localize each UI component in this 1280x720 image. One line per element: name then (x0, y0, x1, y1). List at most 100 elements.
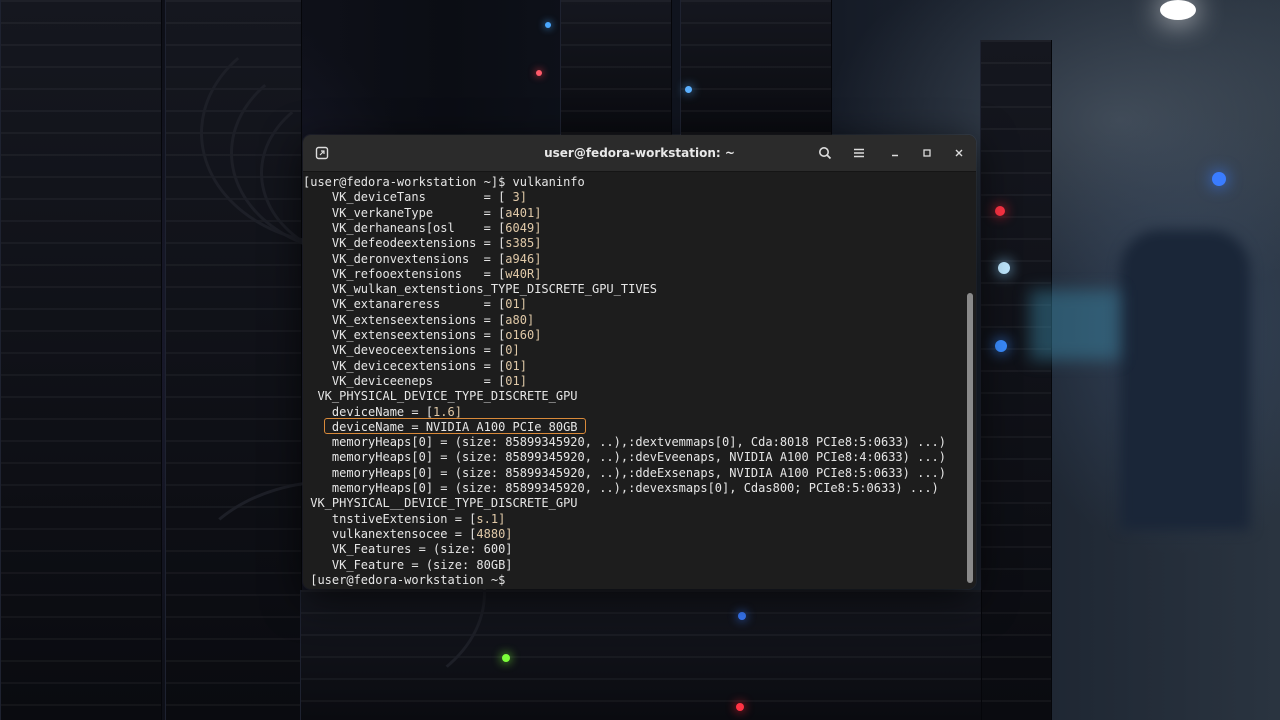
terminal-line-text: VK_Feature = (size: 80GB] (303, 557, 513, 572)
terminal-line: VK_derhaneans[osl = [6049] (303, 220, 542, 236)
terminal-line-text: VK_deveoceextensions = [ (303, 343, 506, 358)
terminal-line: VK_refooextensions = [w40R] (303, 266, 542, 282)
status-led (545, 22, 551, 28)
terminal-line: VK_Features = (size: 600] (303, 542, 513, 557)
terminal-line-text: VK_PHYSICAL__DEVICE_TYPE_DISCRETE_GPU (303, 496, 578, 511)
terminal-line: memoryHeaps[0] = (size: 85899345920, ..)… (303, 450, 946, 465)
terminal-line: VK_extenseextensions = [a80] (303, 313, 534, 328)
terminal-line: [user@fedora-workstation ~]$ vulkaninfo (303, 175, 585, 190)
ceiling-light (1160, 0, 1196, 20)
terminal-line: VK_devicecextensions = [01] (303, 359, 527, 374)
minimize-button[interactable] (883, 141, 907, 165)
status-led (998, 262, 1010, 274)
status-led (736, 703, 744, 711)
terminal-line: VK_deveoceextensions = [0] (303, 343, 520, 358)
terminal-line-text: deviceName = [ (303, 404, 434, 419)
terminal-line: VK_verkaneType = [a401] (303, 205, 542, 221)
terminal-line: [user@fedora-workstation ~$ (303, 573, 505, 588)
terminal-line: VK_PHYSICAL_DEVICE_TYPE_DISCRETE_GPU (303, 389, 578, 404)
terminal-line-value: s385] (505, 236, 542, 251)
maximize-button[interactable] (915, 141, 939, 165)
terminal-line-text: [user@fedora-workstation ~]$ vulkaninfo (303, 175, 585, 189)
title-bar[interactable]: user@fedora-workstation: ~ (303, 135, 976, 172)
terminal-line-text: VK_extenseextensions = [ (303, 328, 506, 342)
terminal-line-text: VK_wulkan_extenstions_TYPE_DISCRETE_GPU_… (303, 282, 658, 297)
terminal-line-text: VK_devicecextensions = [ (303, 358, 506, 373)
terminal-line-value: a946] (505, 251, 542, 266)
terminal-line-value: o160] (505, 328, 542, 342)
server-rack (980, 40, 1052, 720)
server-rack (560, 0, 672, 135)
terminal-line-text: VK_deronvextensions = [ (303, 251, 506, 266)
hamburger-menu-icon (852, 146, 866, 160)
scrollbar-thumb[interactable] (967, 293, 973, 583)
terminal-line-text: VK_deviceTans = [ (303, 190, 506, 205)
terminal-line-value: 6049] (505, 220, 542, 235)
close-button[interactable] (947, 141, 971, 165)
search-button[interactable] (813, 141, 837, 165)
terminal-line: tnstiveExtension = [s.1] (303, 512, 505, 527)
terminal-window: user@fedora-workstation: ~ [user@fedora-… (303, 135, 976, 589)
terminal-line-value: 01] (505, 297, 527, 312)
scrollbar[interactable] (966, 175, 974, 585)
terminal-line-value: s.1] (476, 511, 506, 526)
status-led (502, 654, 510, 662)
terminal-line-text: VK_PHYSICAL_DEVICE_TYPE_DISCRETE_GPU (303, 389, 578, 404)
status-led (995, 206, 1005, 216)
status-led (738, 612, 746, 620)
terminal-line-text: VK_verkaneType = [ (303, 205, 506, 220)
terminal-line-text: memoryHeaps[0] = (size: 85899345920, ..)… (303, 465, 946, 480)
terminal-line-value: a80] (505, 312, 535, 327)
window-title: user@fedora-workstation: ~ (544, 146, 735, 160)
terminal-line-text: VK_derhaneans[osl = [ (303, 220, 506, 235)
status-led (1212, 172, 1226, 186)
status-led (685, 86, 692, 93)
terminal-line-text: [user@fedora-workstation ~$ (303, 572, 506, 587)
monitor-glow (1030, 290, 1120, 360)
terminal-line: VK_defeodeextensions = [s385] (303, 236, 542, 251)
terminal-line: VK_Feature = (size: 80GB] (303, 558, 513, 573)
status-led (995, 340, 1007, 352)
terminal-line-value: 3] (505, 190, 527, 205)
terminal-line-value: w40R] (505, 266, 542, 281)
terminal-line-value: 01] (505, 373, 527, 388)
terminal-line: VK_wulkan_extenstions_TYPE_DISCRETE_GPU_… (303, 282, 657, 297)
terminal-line-text: VK_refooextensions = [ (303, 266, 506, 281)
terminal-line-value: a401] (505, 205, 542, 220)
terminal-line-text: deviceName = NVIDIA A100 PCIe 80GB (303, 419, 578, 434)
close-icon (953, 147, 965, 159)
terminal-line-value: 4880] (476, 526, 513, 541)
terminal-line-value: 01] (505, 358, 527, 373)
terminal-line-text: VK_extanareress = [ (303, 297, 506, 312)
terminal-line: VK_deronvextensions = [a946] (303, 251, 542, 267)
terminal-line: deviceName = [1.6] (303, 405, 462, 420)
terminal-line: memoryHeaps[0] = (size: 85899345920, ..)… (303, 435, 946, 450)
terminal-line: VK_extenseextensions = [o160] (303, 328, 542, 343)
terminal-line-text: memoryHeaps[0] = (size: 85899345920, ..)… (303, 435, 946, 450)
terminal-line: VK_deviceeneps = [01] (303, 374, 527, 389)
terminal-line-text: VK_Features = (size: 600] (303, 542, 513, 557)
terminal-line-value: 0] (505, 343, 520, 358)
status-led (536, 70, 542, 76)
terminal-line: memoryHeaps[0] = (size: 85899345920, ..)… (303, 466, 946, 481)
terminal-line-text: tnstiveExtension = [ (303, 511, 477, 526)
maximize-icon (921, 147, 933, 159)
search-icon (818, 146, 832, 160)
server-rack (680, 0, 832, 135)
terminal-line: VK_PHYSICAL__DEVICE_TYPE_DISCRETE_GPU (303, 496, 578, 511)
terminal-line-value: 1.6] (433, 404, 462, 419)
terminal-line: memoryHeaps[0] = (size: 85899345920, ..)… (303, 481, 939, 496)
terminal-output[interactable]: [user@fedora-workstation ~]$ vulkaninfo … (303, 172, 966, 589)
terminal-line-text: vulkanextensocee = [ (303, 526, 477, 541)
terminal-line: VK_deviceTans = [ 3] (303, 190, 527, 205)
terminal-line-text: VK_defeodeextensions = [ (303, 236, 506, 251)
terminal-line: deviceName = NVIDIA A100 PCIe 80GB (303, 420, 578, 435)
server-rack (0, 0, 162, 720)
person-silhouette (1120, 230, 1250, 530)
terminal-line-text: memoryHeaps[0] = (size: 85899345920, ..)… (303, 481, 939, 495)
terminal-line-text: VK_extenseextensions = [ (303, 312, 506, 327)
terminal-line: VK_extanareress = [01] (303, 297, 527, 312)
menu-button[interactable] (847, 141, 871, 165)
terminal-line: vulkanextensocee = [4880] (303, 527, 513, 542)
minimize-icon (889, 147, 901, 159)
